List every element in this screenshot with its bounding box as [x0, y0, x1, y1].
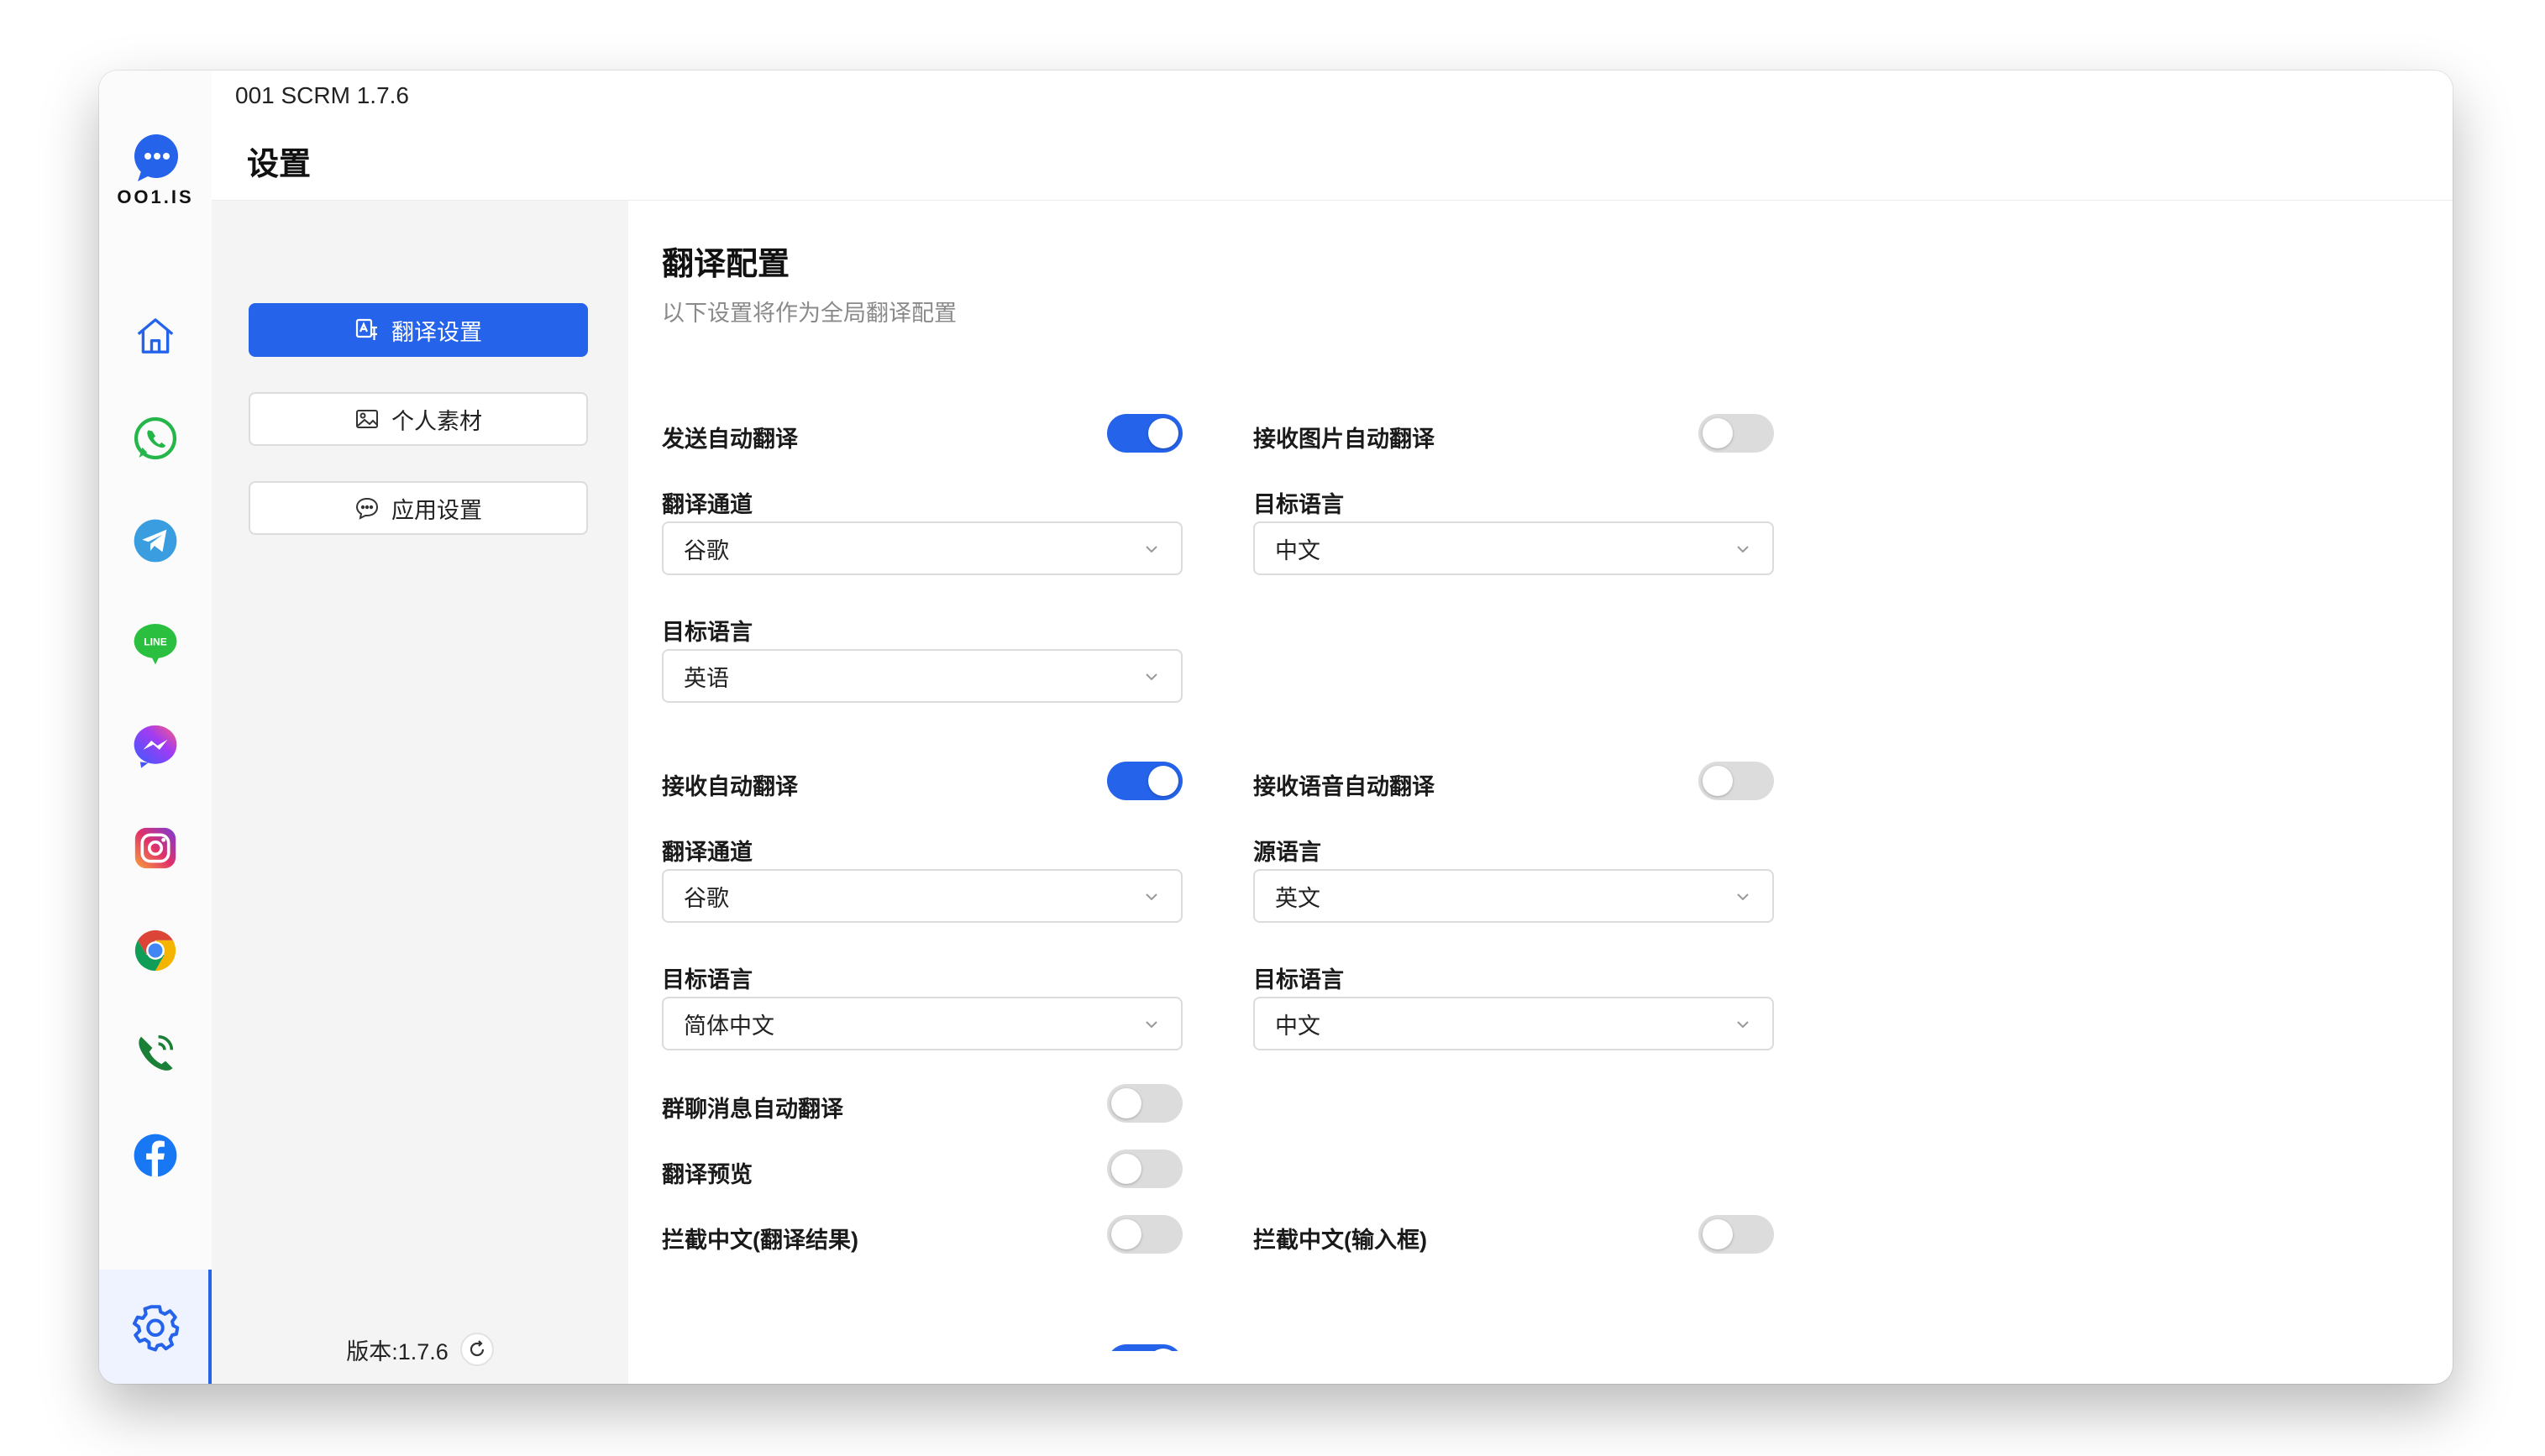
- recv-channel-label: 翻译通道: [662, 840, 753, 865]
- select-value: 中文: [1275, 537, 1320, 563]
- chevron-down-icon: [1737, 1021, 1749, 1029]
- voice-target-label: 目标语言: [1253, 967, 1344, 992]
- chat-icon: [355, 497, 379, 520]
- block-chinese-result-toggle[interactable]: [1107, 1215, 1183, 1254]
- select-value: 中文: [1275, 1013, 1320, 1039]
- settings-nav: 翻译设置 个人素材 应用设置 版本:1.7.6: [212, 201, 628, 1384]
- app-logo-icon: [134, 134, 178, 181]
- image-target-select[interactable]: 中文: [1253, 521, 1774, 575]
- chevron-down-icon: [1737, 546, 1749, 553]
- recv-auto-translate-toggle[interactable]: [1107, 762, 1183, 800]
- page-title: 设置: [247, 147, 312, 182]
- send-channel-label: 翻译通道: [662, 492, 753, 517]
- whatsapp-icon[interactable]: [130, 413, 181, 464]
- image-auto-translate-toggle[interactable]: [1698, 414, 1774, 453]
- nav-item-label: 应用设置: [391, 497, 482, 523]
- phone-icon[interactable]: [130, 1028, 181, 1078]
- select-value: 谷歌: [684, 885, 729, 911]
- select-value: 简体中文: [684, 1013, 774, 1039]
- voice-auto-translate-toggle[interactable]: [1698, 762, 1774, 800]
- home-icon[interactable]: [130, 311, 181, 361]
- recv-target-select[interactable]: 简体中文: [662, 997, 1183, 1050]
- block-chinese-input-label: 拦截中文(输入框): [1253, 1228, 1427, 1253]
- select-value: 英语: [684, 665, 729, 691]
- nav-personal-materials[interactable]: 个人素材: [249, 392, 588, 446]
- messenger-icon[interactable]: [130, 720, 181, 771]
- section-subtitle: 以下设置将作为全局翻译配置: [662, 301, 957, 326]
- translate-icon: [355, 318, 377, 340]
- version-text: 版本:1.7.6: [346, 1338, 449, 1364]
- send-auto-translate-label: 发送自动翻译: [662, 427, 798, 452]
- image-icon: [356, 410, 378, 428]
- gear-icon[interactable]: [130, 1301, 181, 1352]
- nav-app-settings[interactable]: 应用设置: [249, 481, 588, 535]
- send-target-select[interactable]: 英语: [662, 649, 1183, 703]
- window-title: 001 SCRM 1.7.6: [235, 82, 409, 108]
- section-title: 翻译配置: [662, 247, 790, 282]
- voice-target-select[interactable]: 中文: [1253, 997, 1774, 1050]
- nav-item-label: 个人素材: [391, 408, 482, 434]
- chevron-down-icon: [1146, 546, 1157, 553]
- version-row: 版本:1.7.6: [212, 1333, 628, 1366]
- send-auto-translate-toggle[interactable]: [1107, 414, 1183, 453]
- chevron-down-icon: [1146, 893, 1157, 901]
- voice-source-select[interactable]: 英文: [1253, 869, 1774, 923]
- image-target-label: 目标语言: [1253, 492, 1344, 517]
- refresh-button[interactable]: [459, 1333, 494, 1366]
- nav-item-label: 翻译设置: [391, 319, 482, 345]
- app-rail: OO1.IS LINE: [99, 71, 212, 1384]
- send-target-label: 目标语言: [662, 620, 753, 645]
- settings-scroll-area[interactable]: 翻译配置 以下设置将作为全局翻译配置 发送自动翻译 接收图片自动翻译 翻译通道 …: [628, 201, 1804, 1351]
- app-logo-text: OO1.IS: [117, 186, 194, 207]
- recv-target-label: 目标语言: [662, 967, 753, 992]
- refresh-icon: [470, 1340, 484, 1357]
- nav-translate-settings[interactable]: 翻译设置: [249, 303, 588, 357]
- chevron-down-icon: [1146, 1021, 1157, 1029]
- instagram-icon[interactable]: [130, 823, 181, 873]
- app-window: 001 SCRM 1.7.6 OO1.IS LINE 设置 翻译设置 个人素材 …: [99, 71, 2453, 1384]
- translation-config-panel: 翻译配置 以下设置将作为全局翻译配置 发送自动翻译 接收图片自动翻译 翻译通道 …: [628, 201, 2453, 1384]
- telegram-icon[interactable]: [130, 516, 181, 566]
- select-value: 英文: [1275, 885, 1320, 911]
- line-badge-text: LINE: [144, 636, 167, 647]
- block-chinese-input-toggle[interactable]: [1698, 1215, 1774, 1254]
- facebook-icon[interactable]: [130, 1130, 181, 1181]
- translate-preview-toggle[interactable]: [1107, 1150, 1183, 1188]
- translate-preview-label: 翻译预览: [662, 1162, 753, 1187]
- chrome-icon[interactable]: [130, 925, 181, 976]
- recv-auto-translate-label: 接收自动翻译: [662, 774, 798, 799]
- line-icon[interactable]: LINE: [130, 618, 181, 668]
- send-channel-select[interactable]: 谷歌: [662, 521, 1183, 575]
- block-chinese-result-label: 拦截中文(翻译结果): [662, 1228, 858, 1253]
- group-auto-translate-label: 群聊消息自动翻译: [662, 1097, 843, 1122]
- chevron-down-icon: [1737, 893, 1749, 901]
- select-value: 谷歌: [684, 537, 729, 563]
- image-auto-translate-label: 接收图片自动翻译: [1253, 427, 1435, 452]
- chevron-down-icon: [1146, 673, 1157, 681]
- group-auto-translate-toggle[interactable]: [1107, 1084, 1183, 1123]
- voice-source-label: 源语言: [1253, 840, 1321, 865]
- recv-channel-select[interactable]: 谷歌: [662, 869, 1183, 923]
- hidden-setting-toggle[interactable]: [1107, 1344, 1183, 1351]
- voice-auto-translate-label: 接收语音自动翻译: [1253, 774, 1435, 799]
